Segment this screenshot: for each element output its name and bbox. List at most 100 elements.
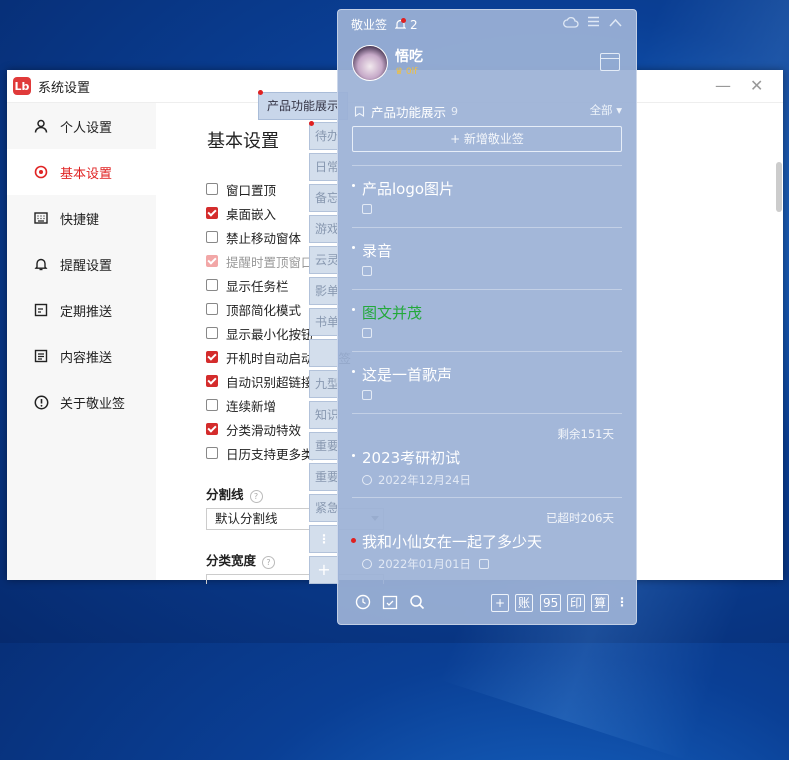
tab-hidden[interactable] [309, 339, 339, 367]
sidebar-item-content-push[interactable]: 内容推送 [7, 333, 156, 379]
calculate-button[interactable]: 算 [591, 594, 610, 612]
counter-button[interactable]: 95 [540, 594, 562, 612]
note-item[interactable]: 剩余151天 2023考研初试 2022年12月24日 [352, 413, 622, 498]
days-remaining: 剩余151天 [557, 427, 614, 441]
category-name: 产品功能展示 [371, 105, 447, 120]
note-item[interactable]: 图文并茂 [352, 289, 622, 352]
more-tabs-button[interactable]: ⋮ [309, 525, 339, 553]
app-name: 敬业签 [351, 18, 388, 32]
keyboard-icon [33, 210, 49, 226]
checkbox[interactable] [206, 207, 218, 219]
check-calendar-icon[interactable] [382, 594, 398, 612]
image-icon [479, 559, 490, 569]
sidebar-item-about[interactable]: 关于敬业签 [7, 379, 156, 425]
checkbox[interactable] [206, 279, 218, 291]
red-dot [351, 538, 356, 543]
calendar-icon[interactable] [600, 53, 620, 71]
page-title: 基本设置 [207, 131, 279, 152]
info-icon [33, 394, 49, 410]
checkbox[interactable] [206, 399, 218, 411]
bullet [352, 184, 355, 187]
tab-cloud[interactable]: 云灵 [309, 246, 339, 274]
reminder-count: 2 [410, 17, 418, 32]
clock-icon [362, 559, 372, 569]
bell-icon[interactable] [394, 18, 407, 30]
image-icon [362, 328, 372, 338]
cloud-icon[interactable] [563, 16, 579, 32]
note-title: 我和小仙女在一起了多少天 [362, 533, 543, 551]
more-icon[interactable]: ⋮ [616, 594, 628, 612]
sidebar-item-reminder[interactable]: 提醒设置 [7, 241, 156, 287]
sidebar-item-label: 快捷键 [60, 212, 100, 228]
sidebar-item-scheduled-push[interactable]: 定期推送 [7, 287, 156, 333]
tab-important[interactable]: 重要 [309, 432, 339, 460]
tab-movies[interactable]: 影单 [309, 277, 339, 305]
divider-label: 分割线? [206, 484, 263, 503]
account-button[interactable]: 账 [515, 594, 534, 612]
avatar[interactable] [352, 45, 388, 81]
tab-todo[interactable]: 待办 [309, 122, 339, 150]
checkbox[interactable] [206, 447, 218, 459]
minimize-button[interactable]: — [715, 76, 731, 95]
note-date: 2022年12月24日 [378, 473, 472, 487]
tab-important-2[interactable]: 重要 [309, 463, 339, 491]
add-tab-button[interactable]: + [309, 556, 339, 584]
sidebar-item-personal[interactable]: 个人设置 [7, 103, 156, 149]
note-meta [362, 266, 378, 276]
days-overdue: 已超时206天 [546, 511, 614, 525]
clock-icon[interactable] [355, 594, 371, 612]
help-icon[interactable]: ? [262, 556, 276, 569]
sidebar-item-basic[interactable]: 基本设置 [7, 149, 156, 195]
help-icon[interactable]: ? [249, 490, 263, 503]
checkbox[interactable] [206, 231, 218, 243]
menu-icon[interactable] [587, 16, 600, 31]
image-icon [362, 390, 372, 400]
close-button[interactable]: ✕ [750, 76, 763, 95]
red-dot [258, 90, 263, 95]
tab-books[interactable]: 书单 [309, 308, 339, 336]
image-icon [362, 204, 372, 214]
tab-daily[interactable]: 日常 [309, 153, 339, 181]
sidebar-item-label: 基本设置 [60, 166, 113, 182]
search-icon[interactable] [409, 594, 425, 612]
note-item[interactable]: 已超时206天 我和小仙女在一起了多少天 2022年01月01日 [351, 497, 622, 578]
sidebar-item-label: 内容推送 [60, 350, 113, 366]
scrollbar[interactable] [776, 162, 782, 212]
add-button[interactable]: + [491, 594, 509, 612]
filter-dropdown[interactable]: 全部 ▾ [590, 102, 622, 118]
collapse-icon[interactable] [609, 16, 622, 31]
checkbox[interactable] [206, 183, 218, 195]
bullet [352, 246, 355, 249]
option-label: 桌面嵌入 [226, 206, 277, 222]
add-note-button[interactable]: + 新增敬业签 [352, 126, 622, 152]
checkbox[interactable] [206, 327, 218, 339]
feature-tag[interactable]: 产品功能展示 [258, 92, 349, 120]
checkbox[interactable] [206, 303, 218, 315]
tab-knowledge[interactable]: 知识 [309, 401, 339, 429]
checkbox[interactable] [206, 375, 218, 387]
target-icon [33, 164, 49, 180]
vip-badge: ♛ 0lf [395, 67, 418, 77]
checkbox[interactable] [206, 423, 218, 435]
panel-toolbar: + 账 95 印 算 ⋮ [338, 594, 636, 616]
print-button[interactable]: 印 [567, 594, 586, 612]
note-item[interactable]: 产品logo图片 [352, 165, 622, 228]
window-title: 系统设置 [38, 80, 91, 96]
bell-icon [33, 256, 49, 272]
option-label: 禁止移动窗体 [226, 230, 302, 246]
note-title: 这是一首歌声 [362, 366, 453, 384]
tab-enneagram[interactable]: 九型 [309, 370, 339, 398]
option-label: 分类滑动特效 [226, 422, 302, 438]
tab-urgent[interactable]: 紧急 [309, 494, 339, 522]
checkbox [206, 255, 218, 267]
option-label: 自动识别超链接 [226, 374, 314, 390]
note-meta [362, 328, 378, 338]
option-label: 连续新增 [226, 398, 277, 414]
tab-game[interactable]: 游戏 [309, 215, 339, 243]
sidebar-item-label: 个人设置 [60, 120, 113, 136]
tab-memo[interactable]: 备忘 [309, 184, 339, 212]
note-item[interactable]: 录音 [352, 227, 622, 290]
checkbox[interactable] [206, 351, 218, 363]
note-item[interactable]: 这是一首歌声 [352, 351, 622, 414]
sidebar-item-shortcuts[interactable]: 快捷键 [7, 195, 156, 241]
